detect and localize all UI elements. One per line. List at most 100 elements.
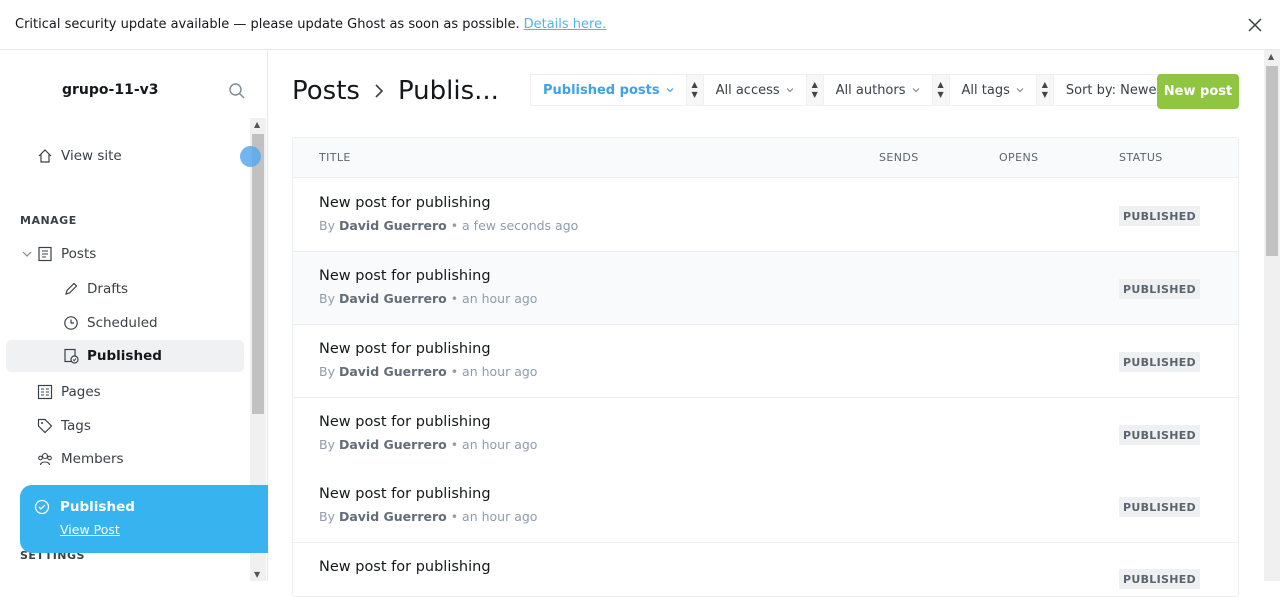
sidebar-item-label: Published <box>87 348 162 364</box>
alert-message: Critical security update available — ple… <box>15 17 520 32</box>
status-badge: PUBLISHED <box>1119 425 1200 445</box>
table-row[interactable]: New post for publishing By David Guerrer… <box>293 325 1238 398</box>
post-author: David Guerrero <box>338 218 447 233</box>
status-badge: PUBLISHED <box>1119 497 1200 517</box>
filter-bar: Published posts ▲ ▼ All access ▲ ▼ All aut… <box>530 74 1212 106</box>
table-row[interactable]: New post for publishing By David Guerrer… <box>293 470 1238 543</box>
post-meta: By David Guerrero • an hour ago <box>319 364 538 379</box>
pencil-icon <box>62 280 80 298</box>
post-time: • an hour ago <box>450 364 538 379</box>
breadcrumb-posts[interactable]: Posts <box>292 76 360 106</box>
post-time: • a few seconds ago <box>450 218 579 233</box>
view-post-link[interactable]: View Post <box>60 522 120 537</box>
column-header-title: TITLE <box>319 151 351 164</box>
cursor-indicator <box>240 146 261 167</box>
sidebar-item-label: Tags <box>61 418 91 434</box>
table-row[interactable]: New post for publishing By David Guerrer… <box>293 252 1238 325</box>
post-time: • an hour ago <box>450 437 538 452</box>
post-meta: By David Guerrero • an hour ago <box>319 437 538 452</box>
status-badge: PUBLISHED <box>1119 206 1200 226</box>
manage-section-label: MANAGE <box>20 214 77 227</box>
scroll-up-arrow-icon[interactable]: ▲ <box>1268 52 1274 61</box>
main-scroll-thumb[interactable] <box>1266 66 1278 256</box>
sidebar-item-label: Scheduled <box>87 315 158 331</box>
post-author: David Guerrero <box>338 437 447 452</box>
alert-details-link[interactable]: Details here. <box>524 17 607 32</box>
sidebar-item-label: View site <box>61 148 122 164</box>
page-title: Publis... <box>397 76 499 106</box>
security-alert-bar: Critical security update available — ple… <box>0 0 1280 50</box>
new-post-button[interactable]: New post <box>1157 74 1239 109</box>
status-badge: PUBLISHED <box>1119 279 1200 299</box>
sidebar-item-label: Members <box>61 451 124 467</box>
post-author: David Guerrero <box>338 509 447 524</box>
chevron-down-icon <box>1016 88 1024 93</box>
type-filter-value: Published posts <box>543 82 660 98</box>
sidebar-item-drafts[interactable]: Drafts <box>6 273 244 305</box>
sidebar-item-view-site[interactable]: View site <box>6 140 244 172</box>
sidebar-item-tags[interactable]: Tags <box>6 410 244 442</box>
main-content: Posts Publis... Published posts ▲ ▼ All a… <box>268 50 1280 597</box>
posts-table: TITLE SENDS OPENS STATUS New post for pu… <box>292 137 1239 597</box>
chevron-down-icon <box>912 88 919 93</box>
close-icon[interactable] <box>1246 16 1264 34</box>
post-time: • an hour ago <box>450 509 538 524</box>
chevron-down-icon <box>786 88 794 93</box>
post-meta: By David Guerrero • an hour ago <box>319 509 538 524</box>
column-header-sends: SENDS <box>879 151 919 164</box>
tags-filter-select[interactable]: All tags <box>948 74 1037 106</box>
authors-filter-value: All authors <box>835 82 906 98</box>
sidebar-item-published[interactable]: Published <box>6 340 244 372</box>
sidebar-item-pages[interactable]: Pages <box>6 376 244 408</box>
clock-icon <box>62 314 80 332</box>
scroll-down-arrow-icon[interactable]: ▼ <box>254 570 260 579</box>
members-icon <box>36 450 54 468</box>
chevron-down-icon <box>666 88 674 93</box>
site-title[interactable]: grupo-11-v3 <box>62 82 159 98</box>
post-author: David Guerrero <box>338 364 447 379</box>
sidebar-item-posts[interactable]: Posts <box>6 238 244 270</box>
sidebar-item-label: Drafts <box>87 281 129 297</box>
chevron-right-icon <box>375 84 384 98</box>
post-time: • an hour ago <box>450 291 538 306</box>
sidebar-item-members[interactable]: Members <box>6 443 244 475</box>
post-meta: By David Guerrero • an hour ago <box>319 291 538 306</box>
spinner-arrows-icon[interactable]: ▲▼ <box>1036 74 1053 106</box>
table-row[interactable]: New post for publishing By David Guerrer… <box>293 179 1238 252</box>
sidebar-scroll-thumb[interactable] <box>252 134 264 414</box>
post-meta: By David Guerrero • a few seconds ago <box>319 218 579 233</box>
column-header-opens: OPENS <box>999 151 1039 164</box>
spinner-arrows-icon[interactable]: ▲▼ <box>686 74 703 106</box>
sidebar-item-label: Posts <box>61 246 97 262</box>
breadcrumb: Posts Publis... <box>292 76 499 106</box>
sidebar-item-label: Pages <box>61 384 101 400</box>
published-icon <box>62 347 80 365</box>
search-icon[interactable] <box>228 82 246 100</box>
spinner-arrows-icon[interactable]: ▲▼ <box>806 74 823 106</box>
scroll-up-arrow-icon[interactable]: ▲ <box>254 120 260 129</box>
chevron-down-icon[interactable] <box>18 245 36 263</box>
spinner-arrows-icon[interactable]: ▲▼ <box>932 74 949 106</box>
post-title: New post for publishing <box>319 195 491 211</box>
post-title: New post for publishing <box>319 341 491 357</box>
status-badge: PUBLISHED <box>1119 569 1200 589</box>
access-filter-value: All access <box>715 82 780 98</box>
tags-filter-value: All tags <box>961 82 1010 98</box>
table-row[interactable]: New post for publishing By David Guerrer… <box>293 398 1238 471</box>
post-author: David Guerrero <box>338 291 447 306</box>
post-title: New post for publishing <box>319 559 491 575</box>
posts-icon <box>36 245 54 263</box>
post-title: New post for publishing <box>319 486 491 502</box>
check-circle-icon <box>34 499 50 515</box>
table-row[interactable]: New post for publishing PUBLISHED <box>293 543 1238 596</box>
status-badge: PUBLISHED <box>1119 352 1200 372</box>
home-icon <box>36 147 54 165</box>
sidebar-item-scheduled[interactable]: Scheduled <box>6 307 244 339</box>
column-header-status: STATUS <box>1119 151 1163 164</box>
tag-icon <box>36 417 54 435</box>
access-filter-select[interactable]: All access <box>702 74 807 106</box>
type-filter-select[interactable]: Published posts <box>530 74 687 106</box>
authors-filter-select[interactable]: All authors <box>822 74 933 106</box>
post-title: New post for publishing <box>319 268 491 284</box>
toast-title: Published <box>60 499 135 515</box>
